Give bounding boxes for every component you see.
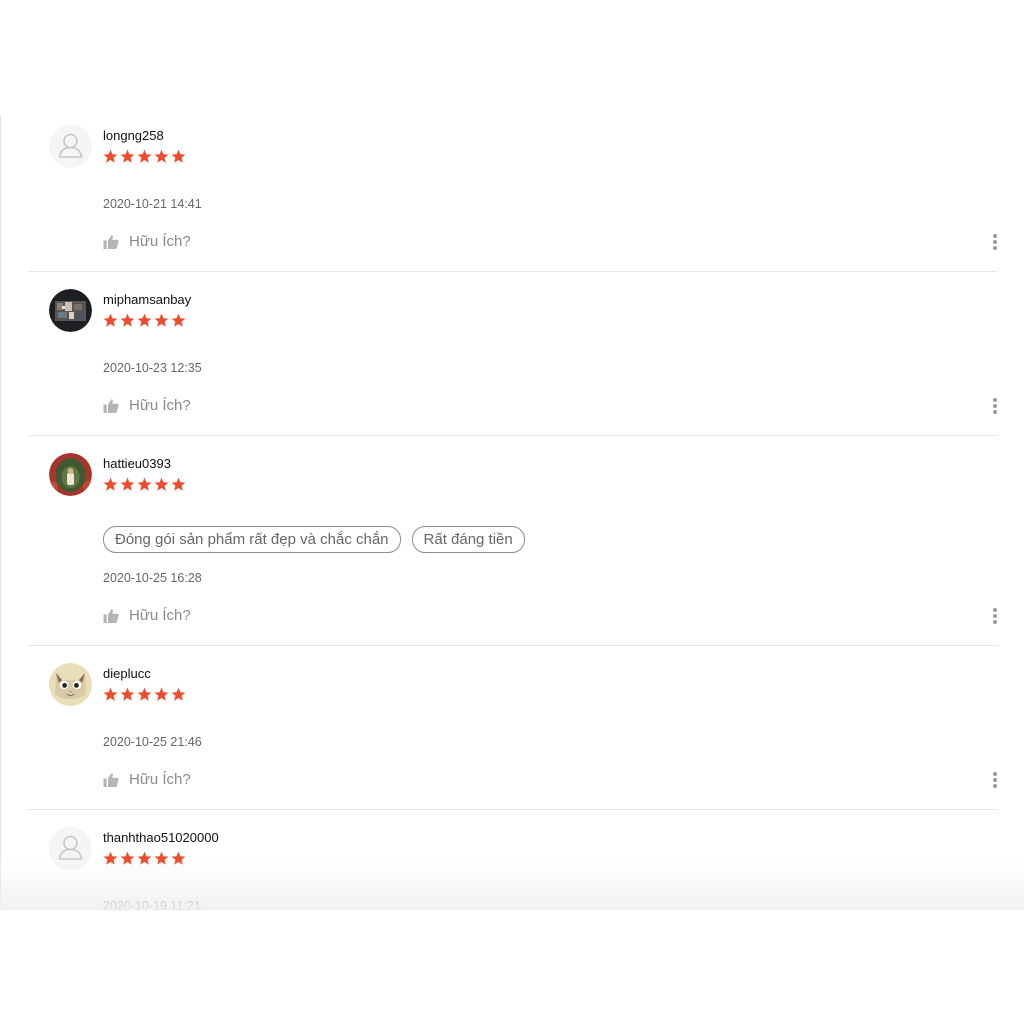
user-photo xyxy=(49,453,92,496)
rating-stars xyxy=(103,687,186,702)
star-icon xyxy=(154,313,169,327)
left-border xyxy=(0,115,1,910)
review-tag: Đóng gói sản phẩm rất đẹp và chắc chắn xyxy=(103,526,401,553)
star-icon xyxy=(171,477,186,491)
dot xyxy=(993,778,997,782)
rating-stars xyxy=(103,477,186,492)
dot xyxy=(993,404,997,408)
star-icon xyxy=(120,851,135,865)
review-date: 2020-10-23 12:35 xyxy=(103,361,202,375)
dot xyxy=(993,240,997,244)
star-icon xyxy=(103,851,118,865)
rating-stars xyxy=(103,149,186,164)
review-item: thanhthao51020000 2020-10-19 11:21 xyxy=(28,810,998,910)
user-avatar[interactable] xyxy=(49,663,92,706)
review-date: 2020-10-21 14:41 xyxy=(103,197,202,211)
review-date: 2020-10-25 21:46 xyxy=(103,735,202,749)
helpful-button[interactable]: Hữu Ích? xyxy=(103,233,191,250)
thumb-up-icon xyxy=(103,608,119,623)
review-username[interactable]: hattieu0393 xyxy=(103,456,171,471)
star-icon xyxy=(137,149,152,163)
review-date: 2020-10-25 16:28 xyxy=(103,571,202,585)
helpful-button[interactable]: Hữu Ích? xyxy=(103,771,191,788)
helpful-label: Hữu Ích? xyxy=(129,607,191,624)
rating-stars xyxy=(103,851,186,866)
star-icon xyxy=(103,149,118,163)
dot xyxy=(993,784,997,788)
helpful-button[interactable]: Hữu Ích? xyxy=(103,397,191,414)
dot xyxy=(993,608,997,612)
dot xyxy=(993,410,997,414)
dot xyxy=(993,772,997,776)
user-avatar[interactable] xyxy=(49,125,92,168)
more-options-button[interactable] xyxy=(992,608,998,624)
helpful-label: Hữu Ích? xyxy=(129,771,191,788)
review-username[interactable]: longng258 xyxy=(103,128,164,143)
star-icon xyxy=(103,313,118,327)
dot xyxy=(993,614,997,618)
user-icon xyxy=(49,827,92,870)
rating-stars xyxy=(103,313,186,328)
review-username[interactable]: thanhthao51020000 xyxy=(103,830,219,845)
star-icon xyxy=(103,477,118,491)
review-date: 2020-10-19 11:21 xyxy=(103,899,201,910)
user-photo xyxy=(49,289,92,332)
user-photo xyxy=(49,663,92,706)
dot xyxy=(993,246,997,250)
star-icon xyxy=(120,687,135,701)
review-username[interactable]: miphamsanbay xyxy=(103,292,191,307)
star-icon xyxy=(154,149,169,163)
dot xyxy=(993,620,997,624)
star-icon xyxy=(120,149,135,163)
thumb-up-icon xyxy=(103,234,119,249)
star-icon xyxy=(171,851,186,865)
review-item: hattieu0393 Đóng gói sản phẩm rất đẹp và… xyxy=(28,436,998,646)
helpful-label: Hữu Ích? xyxy=(129,233,191,250)
star-icon xyxy=(154,687,169,701)
review-list: longng258 2020-10-21 14:41 Hữu Ích? miph… xyxy=(0,115,1024,910)
user-avatar[interactable] xyxy=(49,827,92,870)
review-item: longng258 2020-10-21 14:41 Hữu Ích? xyxy=(28,115,998,272)
star-icon xyxy=(137,851,152,865)
star-icon xyxy=(171,149,186,163)
star-icon xyxy=(120,477,135,491)
star-icon xyxy=(154,851,169,865)
star-icon xyxy=(171,313,186,327)
user-avatar[interactable] xyxy=(49,453,92,496)
star-icon xyxy=(137,313,152,327)
dot xyxy=(993,398,997,402)
helpful-label: Hữu Ích? xyxy=(129,397,191,414)
helpful-button[interactable]: Hữu Ích? xyxy=(103,607,191,624)
star-icon xyxy=(120,313,135,327)
star-icon xyxy=(137,477,152,491)
star-icon xyxy=(171,687,186,701)
user-icon xyxy=(49,125,92,168)
review-item: dieplucc 2020-10-25 21:46 Hữu Ích? xyxy=(28,646,998,810)
more-options-button[interactable] xyxy=(992,398,998,414)
review-item: miphamsanbay 2020-10-23 12:35 Hữu Ích? xyxy=(28,272,998,436)
user-avatar[interactable] xyxy=(49,289,92,332)
star-icon xyxy=(103,687,118,701)
thumb-up-icon xyxy=(103,398,119,413)
star-icon xyxy=(154,477,169,491)
more-options-button[interactable] xyxy=(992,772,998,788)
star-icon xyxy=(137,687,152,701)
more-options-button[interactable] xyxy=(992,234,998,250)
review-username[interactable]: dieplucc xyxy=(103,666,151,681)
review-tags: Đóng gói sản phẩm rất đẹp và chắc chắn R… xyxy=(103,526,525,553)
review-tag: Rất đáng tiền xyxy=(411,526,525,553)
thumb-up-icon xyxy=(103,772,119,787)
dot xyxy=(993,234,997,238)
